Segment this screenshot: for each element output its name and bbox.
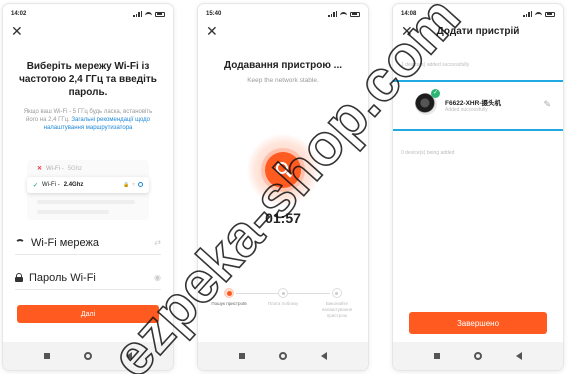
- edit-icon[interactable]: ✎: [543, 99, 551, 110]
- lock-small-icon: 🔒: [123, 182, 130, 188]
- status-bar: 14:08: [401, 11, 555, 21]
- wifi-option-freq: 5Ghz: [67, 165, 83, 172]
- phone-screen-wifi-setup: 14:02 ✕ Виберіть мережу Wi-Fi із частото…: [3, 4, 173, 370]
- android-nav-bar: [393, 342, 563, 370]
- recent-apps-icon[interactable]: [434, 353, 440, 359]
- wifi-small-icon: ≈: [132, 182, 135, 188]
- step-label: Пошук пристроїв: [211, 301, 247, 306]
- battery-icon: [155, 11, 165, 17]
- home-icon[interactable]: [474, 352, 482, 360]
- check-icon: ✓: [431, 89, 440, 98]
- device-status: Added successfully: [445, 107, 488, 113]
- search-icon: [265, 152, 301, 188]
- wifi-option-icons: 🔒 ≈: [123, 182, 143, 188]
- status-time: 14:02: [11, 11, 27, 17]
- step-label: Виконайте налаштування пристрою: [321, 301, 353, 318]
- phone-screen-adding-device: 15:40 ✕ Додавання пристрою ... Keep the …: [198, 4, 368, 370]
- home-icon[interactable]: [279, 352, 287, 360]
- lock-icon: [15, 273, 23, 282]
- next-button[interactable]: Далі: [17, 305, 159, 323]
- wifi-icon: [15, 239, 25, 246]
- step-configure: Виконайте налаштування пристрою: [314, 288, 360, 319]
- placeholder-row: [37, 200, 135, 204]
- device-name: F6622-XHR-摄头机: [445, 100, 501, 107]
- stage: 14:02 ✕ Виберіть мережу Wi-Fi із частото…: [0, 0, 570, 374]
- status-time: 14:08: [401, 11, 417, 17]
- status-icons: [523, 11, 555, 17]
- home-icon[interactable]: [84, 352, 92, 360]
- check-icon: ✓: [33, 182, 39, 189]
- wifi-status-icon: [340, 11, 347, 17]
- back-icon[interactable]: [126, 352, 132, 360]
- signal-icon: [133, 11, 142, 17]
- android-nav-bar: [3, 342, 173, 370]
- added-count-text: 1 device(s) added successfully: [401, 62, 470, 68]
- step-nearby: Плата поблизу: [260, 288, 306, 307]
- switch-network-icon[interactable]: ⇄: [154, 238, 161, 247]
- adding-count-text: 0 device(s) being added: [401, 150, 455, 156]
- wifi-password-field[interactable]: Пароль Wi-Fi ◉: [15, 266, 161, 290]
- wifi-option-prefix: Wi-Fi -: [42, 182, 60, 188]
- wifi-option-prefix: Wi-Fi -: [46, 165, 64, 172]
- wifi-option-24ghz: ✓ Wi-Fi - 2.4Ghz 🔒 ≈: [27, 177, 149, 193]
- step-label: Плата поблизу: [267, 301, 299, 306]
- done-button[interactable]: Завершено: [409, 312, 547, 334]
- added-device-card[interactable]: ✓ F6622-XHR-摄头机 Added successfully ✎: [393, 80, 563, 131]
- back-icon[interactable]: [516, 352, 522, 360]
- back-icon[interactable]: [321, 352, 327, 360]
- status-bar: 14:02: [11, 11, 165, 21]
- status-icons: [133, 11, 165, 17]
- step-dot: [331, 288, 342, 298]
- page-title: Виберіть мережу Wi-Fi із частотою 2,4 ГГ…: [19, 61, 157, 98]
- signal-icon: [328, 11, 337, 17]
- cross-icon: ✕: [37, 166, 43, 172]
- step-search-devices: Пошук пристроїв: [206, 288, 252, 307]
- info-icon: [138, 182, 143, 187]
- page-title: Додавання пристрою ...: [223, 60, 343, 71]
- status-time: 15:40: [206, 11, 222, 17]
- close-icon[interactable]: ✕: [206, 24, 218, 38]
- phone-screen-device-added: 14:08 ✕ Додати пристрій 1 device(s) adde…: [393, 4, 563, 370]
- recent-apps-icon[interactable]: [239, 353, 245, 359]
- wifi-password-label: Пароль Wi-Fi: [29, 271, 96, 284]
- search-icon-handle: [285, 171, 293, 178]
- android-nav-bar: [198, 342, 368, 370]
- status-bar: 15:40: [206, 11, 360, 21]
- wifi-network-field[interactable]: Wi-Fi мережа ⇄: [15, 231, 161, 255]
- page-title: Додати пристрій: [436, 26, 520, 37]
- battery-icon: [350, 11, 360, 17]
- wifi-option-5ghz: ✕ Wi-Fi - 5Ghz: [31, 162, 145, 175]
- page-subtitle: Keep the network stable.: [247, 77, 319, 84]
- signal-icon: [523, 11, 532, 17]
- scanning-indicator: [247, 134, 319, 206]
- countdown-timer: 01:57: [265, 210, 301, 226]
- step-dot: [278, 288, 288, 298]
- status-icons: [328, 11, 360, 17]
- wifi-status-icon: [145, 11, 152, 17]
- recent-apps-icon[interactable]: [44, 353, 50, 359]
- help-text: Якщо ваш Wi-Fi - 5 ГГц будь ласка, встан…: [17, 108, 159, 132]
- wifi-option-freq: 2.4Ghz: [63, 182, 84, 188]
- wifi-status-icon: [535, 11, 542, 17]
- step-dot: [224, 288, 235, 298]
- close-icon[interactable]: ✕: [11, 24, 23, 38]
- progress-steps: Пошук пристроїв Плата поблизу Виконайте …: [211, 288, 354, 328]
- wifi-illustration: ✕ Wi-Fi - 5Ghz ✓ Wi-Fi - 2.4Ghz 🔒 ≈: [27, 160, 149, 220]
- wifi-network-label: Wi-Fi мережа: [31, 236, 99, 249]
- placeholder-row: [37, 210, 109, 214]
- battery-icon: [545, 11, 555, 17]
- eye-icon[interactable]: ◉: [154, 273, 161, 282]
